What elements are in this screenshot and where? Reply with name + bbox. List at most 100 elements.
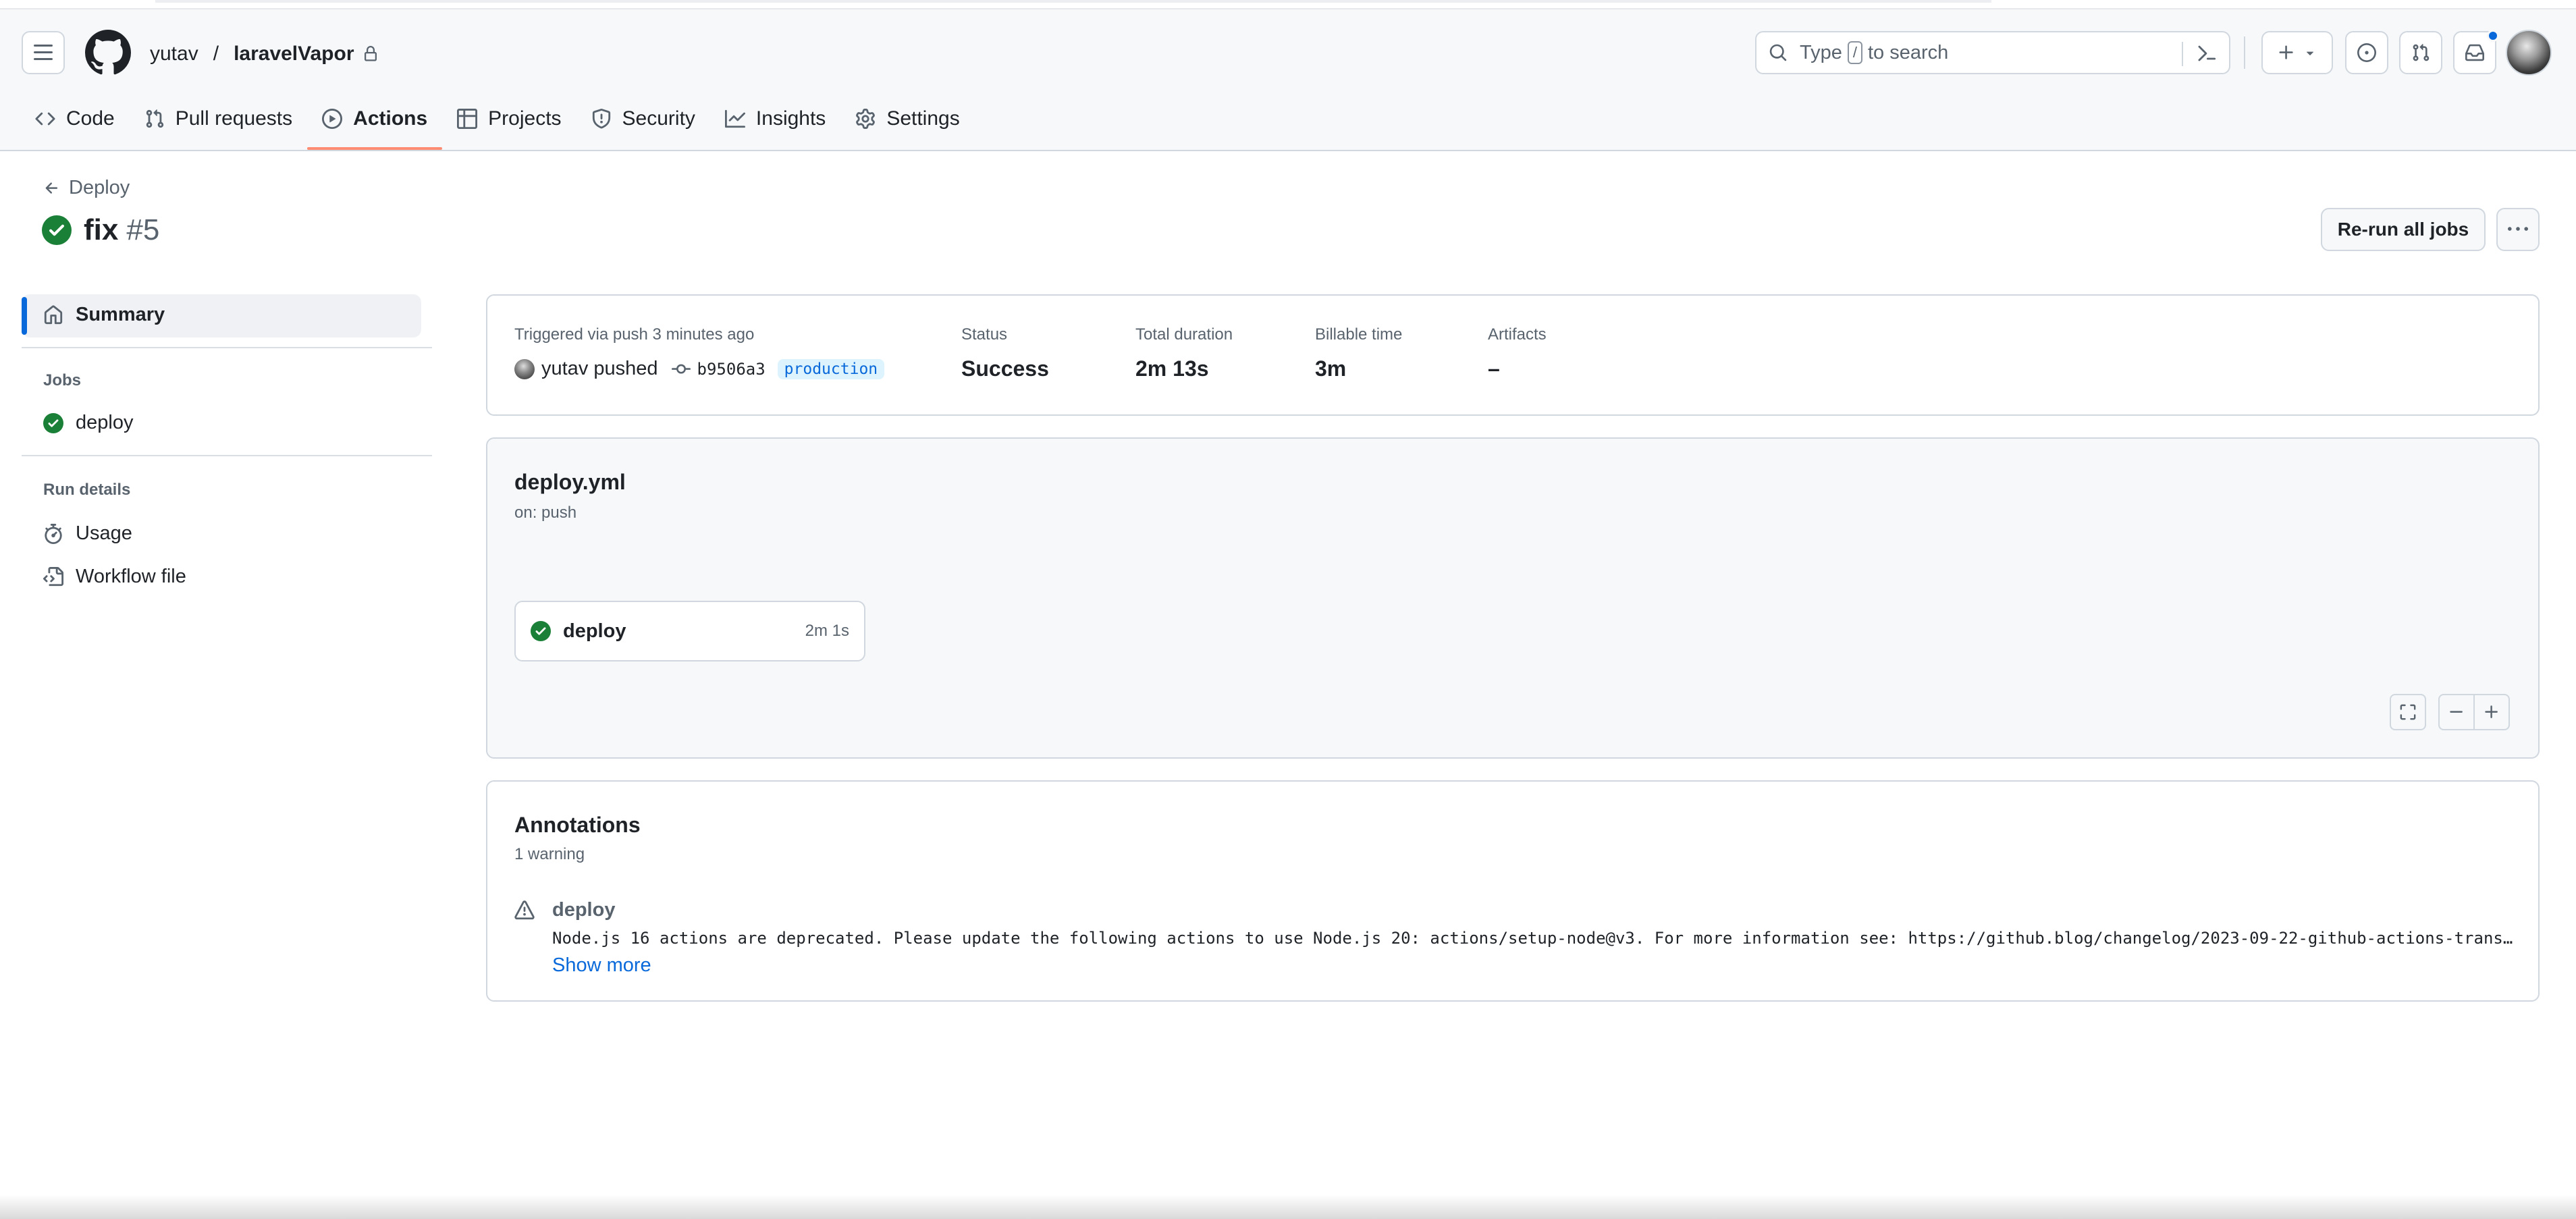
plus-icon: [2485, 705, 2498, 718]
shield-icon: [592, 109, 610, 129]
pull-requests-button[interactable]: [2399, 31, 2442, 74]
branch-badge[interactable]: production: [777, 358, 885, 379]
run-number: #5: [126, 213, 160, 246]
search-shortcut-key: /: [1847, 41, 1862, 64]
kebab-horizontal-icon: [2508, 227, 2528, 231]
jobs-heading: Jobs: [43, 371, 82, 389]
push-details: yutav pushed b9506a3 production: [514, 358, 885, 380]
tab-label: Code: [66, 107, 115, 130]
graph-icon: [724, 109, 745, 128]
tab-label: Insights: [755, 107, 826, 130]
actor-text: yutav pushed: [541, 358, 658, 379]
github-logo-icon[interactable]: [85, 30, 131, 76]
job-name: deploy: [563, 620, 626, 642]
job-duration: 2m 1s: [805, 622, 849, 640]
annotations-panel: [486, 780, 2540, 1002]
tab-label: Security: [622, 107, 695, 130]
check-circle-fill-icon: [531, 621, 551, 641]
repo-link[interactable]: laravelVapor: [234, 43, 354, 65]
workflow-file-name: deploy.yml: [514, 470, 626, 494]
status-value: Success: [961, 356, 1049, 381]
search-input[interactable]: Type / to search: [1755, 31, 2230, 74]
annotations-title: Annotations: [514, 813, 641, 837]
more-options-button[interactable]: [2496, 208, 2540, 251]
owner-link[interactable]: yutav: [150, 43, 198, 65]
dash-icon: [2450, 711, 2463, 713]
rerun-all-jobs-button[interactable]: Re-run all jobs: [2321, 208, 2486, 251]
inbox-icon: [2465, 44, 2484, 61]
zoom-in-button[interactable]: [2473, 694, 2510, 730]
hamburger-icon: [34, 45, 53, 60]
back-label: Deploy: [69, 177, 130, 198]
tab-label: Pull requests: [175, 107, 293, 130]
billable-time-value: 3m: [1315, 356, 1347, 381]
tab-label: Projects: [488, 107, 562, 130]
sidebar-item-usage[interactable]: Usage: [43, 522, 132, 545]
commit-sha-link[interactable]: b9506a3: [697, 360, 766, 379]
sidebar-item-job-deploy[interactable]: deploy: [43, 412, 133, 434]
run-title: fix: [84, 213, 119, 246]
triangle-down-icon: [2306, 51, 2314, 55]
tab-pull-requests[interactable]: Pull requests: [130, 100, 307, 138]
repo-nav: Code Pull requests Actions Projects Secu…: [20, 100, 975, 151]
breadcrumb-separator: /: [213, 43, 219, 65]
window-bottom-edge: [0, 1195, 2576, 1219]
arrow-left-icon: [45, 182, 58, 194]
menu-button[interactable]: [22, 31, 65, 74]
search-icon: [1769, 44, 1787, 61]
sidebar-item-workflow-file[interactable]: Workflow file: [43, 566, 186, 588]
back-to-workflow-link[interactable]: Deploy: [43, 177, 130, 199]
show-more-link[interactable]: Show more: [552, 954, 651, 977]
tab-label: Actions: [353, 107, 428, 130]
zoom-out-button[interactable]: [2438, 694, 2475, 730]
sidebar-item-label: Summary: [76, 304, 165, 325]
home-icon: [44, 305, 63, 324]
annotation-job-link[interactable]: deploy: [552, 899, 615, 921]
issue-opened-icon: [2357, 43, 2376, 62]
run-details-heading: Run details: [43, 481, 131, 499]
tab-projects[interactable]: Projects: [442, 100, 576, 138]
pull-request-icon: [2413, 44, 2430, 61]
search-placeholder-after: to search: [1868, 41, 1949, 63]
user-avatar[interactable]: [2506, 30, 2552, 76]
pull-request-icon: [146, 109, 163, 128]
code-icon: [35, 112, 55, 126]
browser-top-strip: [0, 0, 2576, 9]
status-label: Status: [961, 325, 1008, 344]
annotations-count: 1 warning: [514, 845, 585, 863]
screen-full-icon: [2400, 704, 2416, 720]
search-placeholder-before: Type: [1800, 41, 1842, 63]
total-duration-label: Total duration: [1135, 325, 1233, 344]
job-card-deploy[interactable]: deploy 2m 1s: [514, 601, 865, 661]
artifacts-value: –: [1488, 356, 1500, 381]
workflow-graph-panel: [486, 437, 2540, 759]
plus-icon: [2279, 45, 2293, 59]
file-code-icon: [43, 566, 63, 586]
check-circle-fill-icon: [42, 215, 72, 245]
sidebar-divider: [22, 455, 432, 456]
git-commit-icon: [671, 364, 691, 374]
tab-security[interactable]: Security: [576, 100, 710, 138]
tab-settings[interactable]: Settings: [840, 100, 974, 138]
tab-code[interactable]: Code: [20, 100, 130, 138]
tab-insights[interactable]: Insights: [710, 100, 840, 138]
fullscreen-button[interactable]: [2390, 694, 2426, 730]
trigger-text: Triggered via push 3 minutes ago: [514, 325, 755, 344]
play-icon: [322, 109, 343, 129]
stopwatch-icon: [45, 523, 62, 544]
actor-avatar[interactable]: [514, 358, 535, 379]
tab-actions[interactable]: Actions: [307, 100, 443, 150]
gear-icon: [856, 109, 876, 129]
sidebar-item-label: Usage: [76, 522, 132, 544]
issues-button[interactable]: [2345, 31, 2388, 74]
command-palette-icon[interactable]: [2197, 43, 2217, 63]
lock-icon: [363, 46, 379, 62]
workflow-trigger: on: push: [514, 504, 577, 522]
sidebar-item-label: deploy: [76, 412, 134, 433]
create-new-button[interactable]: [2261, 31, 2333, 74]
total-duration-value[interactable]: 2m 13s: [1135, 356, 1209, 381]
artifacts-label: Artifacts: [1488, 325, 1547, 344]
active-indicator: [22, 297, 27, 335]
sidebar-item-summary-content[interactable]: Summary: [43, 304, 165, 326]
table-icon: [457, 109, 478, 129]
